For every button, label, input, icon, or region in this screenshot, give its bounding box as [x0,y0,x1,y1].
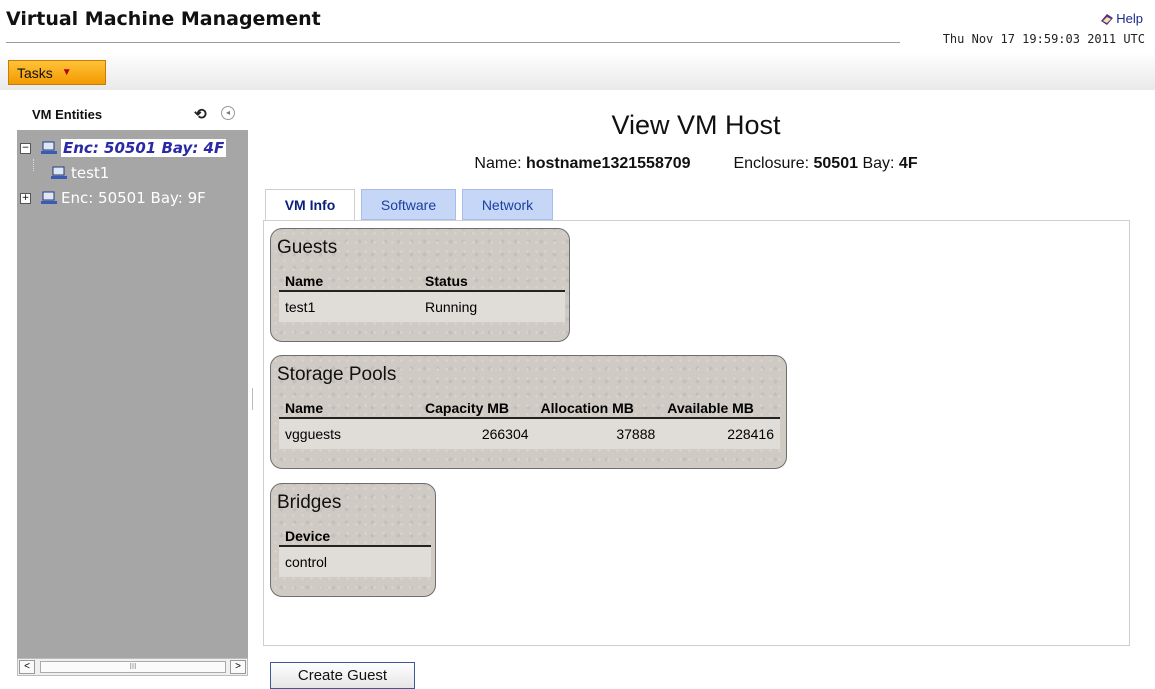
panel-splitter[interactable] [252,388,255,410]
dropdown-caret-icon: ▼ [61,67,72,78]
tree-node-host-9f[interactable]: + Enc: 50501 Bay: 9F [20,188,206,208]
page-title: View VM Host [611,110,781,140]
table-header-row: Name Capacity MB Allocation MB Available… [279,398,780,419]
bay-value: 4F [898,155,918,172]
card-title: Bridges [277,492,342,513]
create-guest-button[interactable]: Create Guest [270,662,415,689]
card-title: Storage Pools [277,364,397,385]
collapse-panel-icon[interactable]: ◂ [221,106,235,120]
enclosure-value: 50501 [813,155,859,172]
tab-vm-info[interactable]: VM Info [265,189,355,221]
expand-node-icon[interactable]: + [20,192,31,204]
table-row[interactable]: test1 Running [279,291,565,322]
panel-header: VM Entities ⟲ ◂ [17,96,248,130]
bridges-card: Bridges Device control [270,483,436,597]
scroll-left-icon[interactable]: < [19,660,35,674]
table-cell[interactable]: vgguests [279,418,419,449]
column-header[interactable]: Capacity MB [419,398,535,419]
help-link[interactable]: Help [1100,11,1143,26]
column-header[interactable]: Name [279,398,419,419]
collapse-node-icon[interactable]: − [20,142,31,154]
column-header[interactable]: Device [279,526,431,547]
enclosure-label: Enclosure: [733,155,810,172]
table-cell: 228416 [661,418,780,449]
table-cell[interactable]: control [279,546,431,577]
host-summary: Name: hostname1321558709 Enclosure: 5050… [263,155,1129,173]
table-header-row: Device [279,526,431,547]
scroll-right-icon[interactable]: > [230,660,246,674]
table-row[interactable]: vgguests 266304 37888 228416 [279,418,780,449]
refresh-icon[interactable]: ⟲ [194,105,207,123]
storage-pools-card: Storage Pools Name Capacity MB Allocatio… [270,355,787,469]
tree-label[interactable]: test1 [71,164,109,182]
tree-connector [33,159,35,171]
guests-table: Name Status test1 Running [279,271,565,322]
host-computer-icon [40,141,58,155]
title-divider [6,42,900,43]
tree-label[interactable]: Enc: 50501 Bay: 9F [61,189,206,207]
guests-card: Guests Name Status test1 Running [270,228,570,342]
table-row[interactable]: control [279,546,431,577]
column-header[interactable]: Status [419,271,565,292]
panel-title: VM Entities [32,107,103,122]
toolbar: Tasks ▼ [0,52,1155,90]
bay-label: Bay: [862,155,895,172]
help-label[interactable]: Help [1116,11,1143,26]
tab-software[interactable]: Software [361,189,456,220]
host-computer-icon [40,191,58,205]
host-name-value: hostname1321558709 [525,155,691,172]
bridges-table: Device control [279,526,431,577]
table-cell[interactable]: test1 [279,291,419,322]
tree-node-guest-test1[interactable]: test1 [50,163,109,183]
name-label: Name: [474,155,522,172]
card-title: Guests [277,237,338,258]
table-cell: 266304 [419,418,535,449]
column-header[interactable]: Available MB [661,398,780,419]
storage-pools-table: Name Capacity MB Allocation MB Available… [279,398,780,449]
tab-network[interactable]: Network [462,189,553,220]
tree-horizontal-scrollbar[interactable]: < III > [17,658,248,676]
scroll-thumb[interactable]: III [40,661,226,673]
server-timestamp: Thu Nov 17 19:59:03 2011 UTC [942,32,1145,46]
table-cell: Running [419,291,565,322]
help-book-icon [1100,12,1114,26]
column-header[interactable]: Name [279,271,419,292]
table-cell: 37888 [534,418,662,449]
tasks-label: Tasks [17,64,53,81]
app-title: Virtual Machine Management [6,8,321,30]
tree-label[interactable]: Enc: 50501 Bay: 4F [61,139,227,157]
tasks-menu-button[interactable]: Tasks ▼ [8,60,106,85]
guest-computer-icon [50,166,68,180]
column-header[interactable]: Allocation MB [534,398,662,419]
tree-node-host-4f[interactable]: − Enc: 50501 Bay: 4F [20,138,227,158]
table-header-row: Name Status [279,271,565,292]
